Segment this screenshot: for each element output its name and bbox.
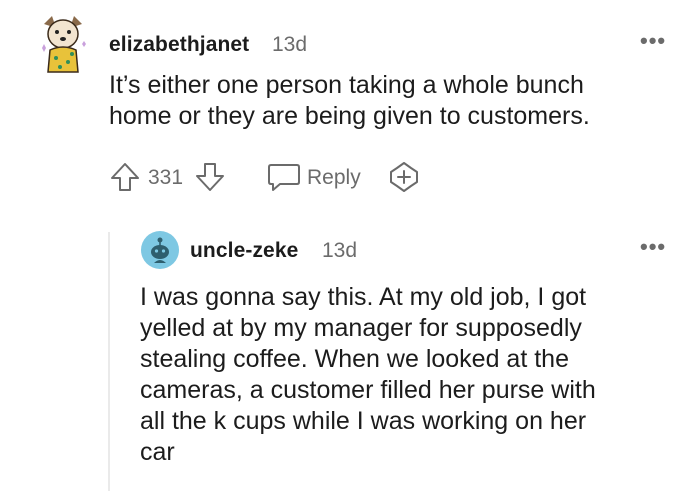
- reply-timestamp[interactable]: 13d: [322, 239, 357, 263]
- add-award-icon: [390, 162, 418, 192]
- more-options-icon[interactable]: •••: [640, 28, 666, 54]
- thread-line[interactable]: [108, 232, 110, 491]
- comment-line: home or they are being given to customer…: [109, 102, 590, 130]
- upvote-arrow-icon: [111, 163, 139, 191]
- avatar[interactable]: [141, 231, 179, 269]
- vote-count: 331: [148, 166, 184, 189]
- award-button[interactable]: [387, 160, 421, 194]
- comment-username[interactable]: elizabethjanet: [109, 33, 249, 57]
- reply-line: cameras, a customer filled her purse wit…: [140, 376, 596, 404]
- downvote-button[interactable]: [193, 160, 227, 194]
- reply-label[interactable]: Reply: [307, 166, 361, 190]
- reply-line: all the k cups while I was working on he…: [140, 407, 587, 435]
- upvote-button[interactable]: [108, 160, 142, 194]
- reply-button[interactable]: [266, 160, 302, 194]
- more-options-icon[interactable]: •••: [640, 234, 666, 260]
- chat-bubble-icon: [268, 164, 300, 191]
- avatar[interactable]: [38, 14, 88, 74]
- downvote-arrow-icon: [196, 163, 224, 191]
- reply-username[interactable]: uncle-zeke: [190, 239, 298, 263]
- reply-line: yelled at by my manager for supposedly: [140, 314, 582, 342]
- reply-line: stealing coffee. When we looked at the: [140, 345, 569, 373]
- reply-line: car: [140, 438, 175, 466]
- reply-body: I was gonna say this. At my old job, I g…: [140, 282, 690, 468]
- comment-line: It’s either one person taking a whole bu…: [109, 71, 584, 99]
- comment-timestamp[interactable]: 13d: [272, 33, 307, 57]
- comment-body: It’s either one person taking a whole bu…: [109, 70, 669, 132]
- dog-avatar-icon: [42, 16, 86, 73]
- snoo-avatar-icon: [141, 231, 179, 269]
- reply-line: I was gonna say this. At my old job, I g…: [140, 283, 587, 311]
